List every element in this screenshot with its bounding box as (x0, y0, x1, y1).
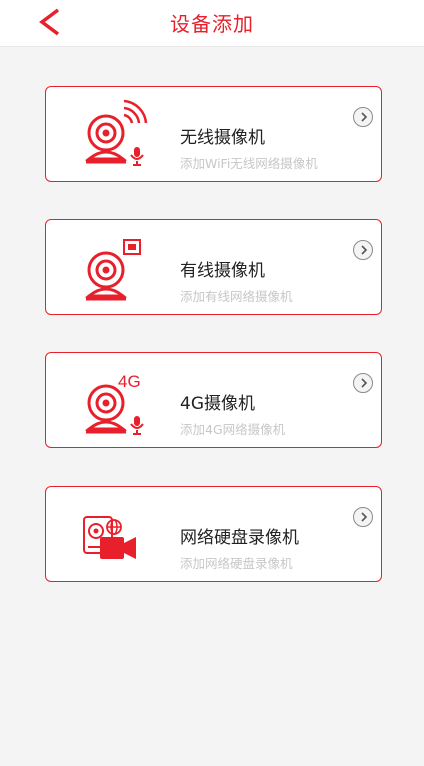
device-description: 添加4G网络摄像机 (180, 422, 286, 437)
wifi-camera-icon (76, 95, 158, 175)
nvr-icon (76, 495, 158, 575)
device-option-wired-camera[interactable]: 有线摄像机 添加有线网络摄像机 (45, 219, 382, 315)
empty-area (0, 600, 424, 766)
wired-camera-icon (76, 228, 158, 308)
chevron-right-icon[interactable] (353, 373, 373, 393)
device-name: 有线摄像机 (180, 261, 265, 281)
4g-badge-text: 4G (118, 372, 141, 391)
top-bar: 设备添加 (0, 0, 424, 47)
chevron-right-icon[interactable] (353, 240, 373, 260)
device-option-wifi-camera[interactable]: 无线摄像机 添加WiFi无线网络摄像机 (45, 86, 382, 182)
device-option-nvr[interactable]: 网络硬盘录像机 添加网络硬盘录像机 (45, 486, 382, 582)
device-description: 添加有线网络摄像机 (180, 289, 293, 304)
device-description: 添加网络硬盘录像机 (180, 556, 293, 571)
device-name: 网络硬盘录像机 (180, 528, 299, 548)
device-name: 无线摄像机 (180, 128, 265, 148)
device-option-4g-camera[interactable]: 4G 4G摄像机 添加4G网络摄像机 (45, 352, 382, 448)
page-title: 设备添加 (170, 12, 254, 36)
chevron-right-icon[interactable] (353, 107, 373, 127)
chevron-right-icon[interactable] (353, 507, 373, 527)
device-name: 4G摄像机 (180, 394, 255, 414)
device-description: 添加WiFi无线网络摄像机 (180, 156, 318, 171)
4g-camera-icon: 4G (76, 361, 158, 441)
